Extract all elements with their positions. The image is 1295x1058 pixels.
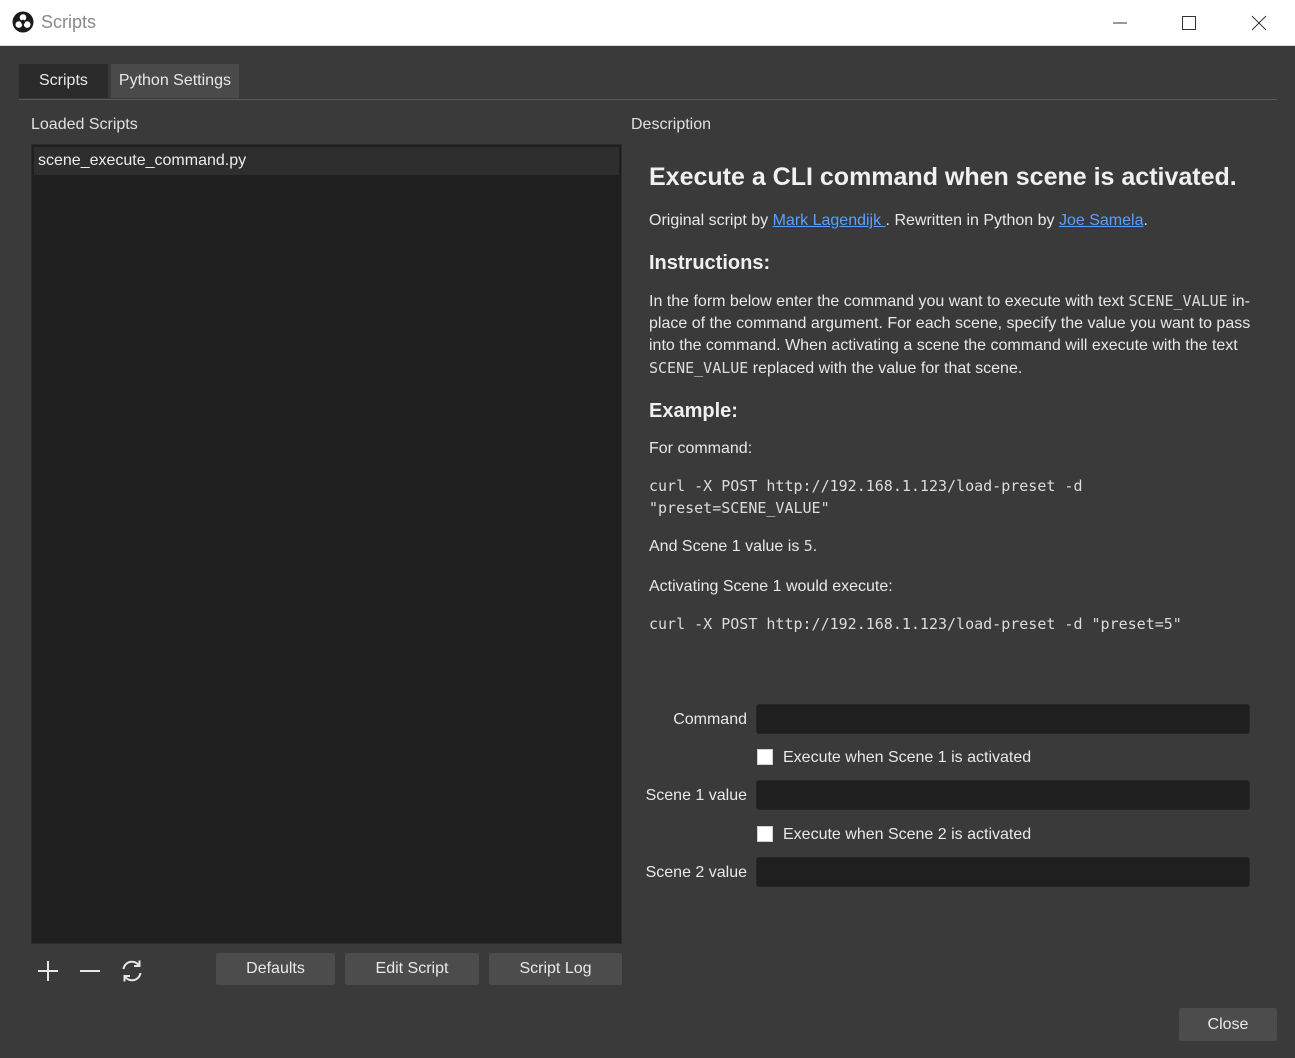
obs-logo-icon bbox=[12, 11, 34, 33]
scene2-value-label: Scene 2 value bbox=[645, 864, 747, 881]
activating-text: Activating Scene 1 would execute: bbox=[649, 578, 893, 595]
scene2-value-input[interactable] bbox=[756, 857, 1250, 887]
command-label: Command bbox=[673, 711, 747, 728]
scene2-execute-label[interactable]: Execute when Scene 2 is activated bbox=[783, 826, 1031, 844]
minus-icon bbox=[80, 970, 100, 972]
edit-script-button[interactable]: Edit Script bbox=[345, 953, 479, 985]
description-label: Description bbox=[631, 116, 712, 133]
tab-divider bbox=[19, 99, 1277, 100]
description-panel: Execute a CLI command when scene is acti… bbox=[649, 160, 1259, 635]
author-link-mark[interactable]: Mark Lagendijk bbox=[773, 212, 886, 229]
instructions-heading: Instructions: bbox=[649, 252, 771, 274]
close-button[interactable]: Close bbox=[1179, 1008, 1277, 1041]
plus-icon bbox=[38, 961, 58, 981]
scene1-execute-checkbox[interactable] bbox=[757, 749, 773, 765]
scene1-value-label: Scene 1 value bbox=[645, 787, 747, 804]
list-item[interactable]: scene_execute_command.py bbox=[34, 147, 619, 175]
loaded-scripts-label: Loaded Scripts bbox=[31, 116, 138, 133]
command-input[interactable] bbox=[756, 704, 1250, 734]
description-heading: Execute a CLI command when scene is acti… bbox=[649, 163, 1237, 191]
reload-script-button[interactable] bbox=[117, 956, 147, 986]
window-title: Scripts bbox=[41, 12, 97, 32]
tab-bar: Scripts Python Settings bbox=[19, 64, 242, 98]
result-command-code: curl -X POST http://192.168.1.123/load-p… bbox=[649, 615, 1182, 633]
scene1-execute-label[interactable]: Execute when Scene 1 is activated bbox=[783, 749, 1031, 767]
maximize-button[interactable] bbox=[1154, 0, 1224, 45]
add-script-button[interactable] bbox=[33, 956, 63, 986]
example-command-code: curl -X POST http://192.168.1.123/load-p… bbox=[649, 477, 1083, 517]
credit-line: Original script by Mark Lagendijk . Rewr… bbox=[649, 212, 1148, 229]
tab-python-settings[interactable]: Python Settings bbox=[110, 64, 239, 98]
remove-script-button[interactable] bbox=[75, 956, 105, 986]
title-bar: Scripts bbox=[0, 0, 1295, 46]
example-heading: Example: bbox=[649, 400, 738, 422]
window-close-button[interactable] bbox=[1224, 0, 1294, 45]
reload-icon bbox=[122, 960, 142, 982]
scripts-window: Scripts Scripts Python Settings Loaded S… bbox=[0, 0, 1295, 1058]
author-link-joe[interactable]: Joe Samela bbox=[1059, 212, 1144, 229]
close-icon bbox=[1251, 15, 1267, 30]
minimize-button[interactable] bbox=[1085, 0, 1155, 45]
maximize-icon bbox=[1182, 15, 1196, 30]
defaults-button[interactable]: Defaults bbox=[216, 953, 335, 985]
instructions-text: In the form below enter the command you … bbox=[649, 292, 1251, 377]
for-command-text: For command: bbox=[649, 440, 753, 457]
loaded-scripts-list[interactable]: scene_execute_command.py bbox=[31, 144, 622, 944]
scene1-example-text: And Scene 1 value is 5. bbox=[649, 537, 818, 555]
tab-scripts[interactable]: Scripts bbox=[19, 64, 108, 98]
scene2-execute-checkbox[interactable] bbox=[757, 826, 773, 842]
scene1-value-input[interactable] bbox=[756, 780, 1250, 810]
script-log-button[interactable]: Script Log bbox=[489, 953, 622, 985]
minimize-icon bbox=[1113, 22, 1127, 23]
